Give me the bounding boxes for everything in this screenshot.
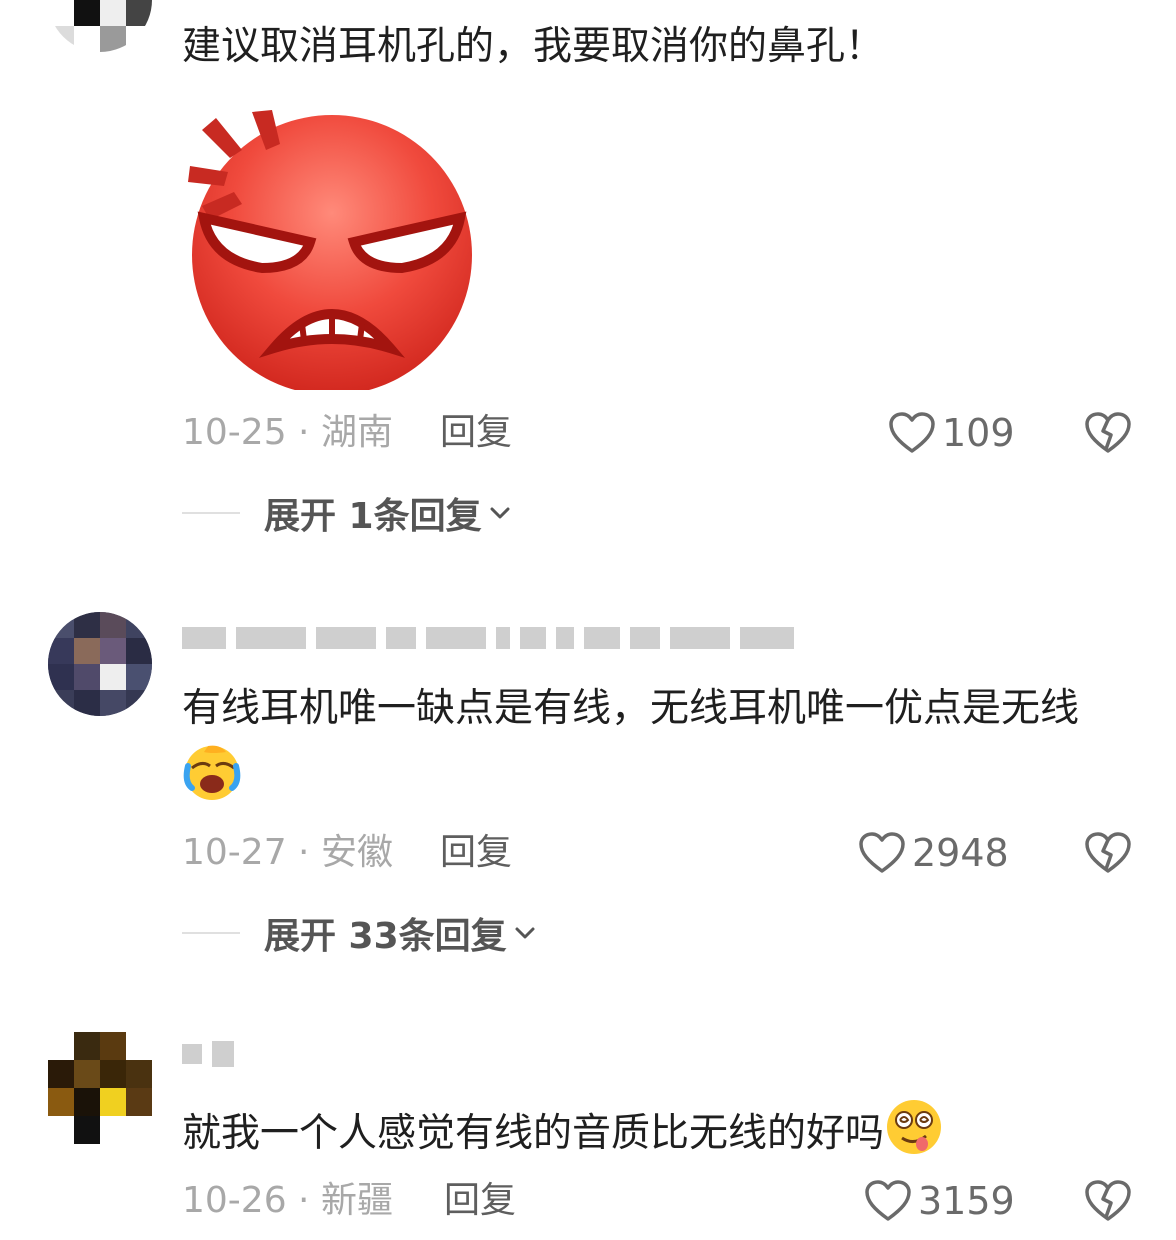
broken-heart-icon[interactable]	[1084, 410, 1132, 456]
nickname-obscured[interactable]	[182, 618, 794, 658]
comment-date-location: 10-27 · 安徽	[182, 832, 393, 873]
like-count: 2948	[912, 831, 1009, 875]
comment-meta: 10-26 · 新疆 回复 3159	[182, 1176, 1132, 1226]
reply-button[interactable]: 回复	[440, 408, 512, 458]
reply-button[interactable]: 回复	[444, 1176, 516, 1226]
divider	[182, 512, 240, 514]
comment-text: 有线耳机唯一缺点是有线，无线耳机唯一优点是无线	[182, 676, 1122, 813]
like-button[interactable]: 2948	[858, 828, 1009, 878]
expand-replies-button[interactable]: 展开 1条回复	[182, 490, 512, 537]
expand-replies-button[interactable]: 展开 33条回复	[182, 910, 537, 957]
chevron-down-icon	[490, 507, 510, 519]
nickname-obscured[interactable]	[182, 1034, 234, 1074]
like-count: 3159	[918, 1179, 1015, 1223]
heart-outline-icon	[865, 1180, 911, 1221]
dizzy-tongue-emoji	[887, 1100, 942, 1154]
broken-heart-icon[interactable]	[1084, 1178, 1132, 1224]
like-button[interactable]: 109	[888, 408, 1015, 458]
like-count: 109	[942, 411, 1015, 455]
like-button[interactable]: 3159	[864, 1176, 1015, 1226]
heart-outline-icon	[859, 832, 905, 873]
chevron-down-icon	[515, 927, 535, 939]
expand-replies-label: 展开 1条回复	[264, 496, 482, 537]
heart-outline-icon	[889, 412, 935, 453]
comment-date-location: 10-26 · 新疆	[182, 1180, 393, 1221]
comment-date-location: 10-25 · 湖南	[182, 412, 393, 453]
laughing-crying-emoji	[183, 745, 241, 800]
avatar[interactable]	[48, 1032, 152, 1144]
avatar[interactable]	[48, 0, 152, 52]
comment-text: 建议取消耳机孔的，我要取消你的鼻孔！	[182, 24, 885, 69]
comment-meta: 10-27 · 安徽 回复 2948	[182, 828, 1132, 878]
comment-text-content: 有线耳机唯一缺点是有线，无线耳机唯一优点是无线	[182, 686, 1080, 731]
reply-button[interactable]: 回复	[440, 828, 512, 878]
broken-heart-icon[interactable]	[1084, 830, 1132, 876]
expand-replies-label: 展开 33条回复	[264, 916, 507, 957]
comment-text-content: 就我一个人感觉有线的音质比无线的好吗	[182, 1111, 885, 1156]
avatar[interactable]	[48, 612, 152, 716]
angry-face-sticker[interactable]	[182, 110, 482, 395]
divider	[182, 932, 240, 934]
comment-text: 就我一个人感觉有线的音质比无线的好吗	[182, 1096, 1122, 1167]
comment-meta: 10-25 · 湖南 回复 109	[182, 408, 1132, 458]
